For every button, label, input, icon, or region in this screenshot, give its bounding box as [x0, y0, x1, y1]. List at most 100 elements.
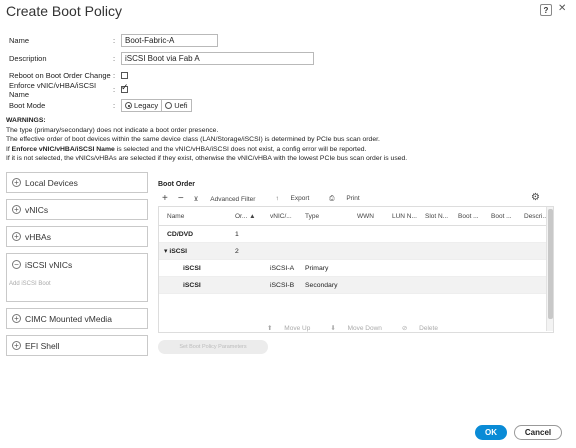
radio-unselected-icon: [165, 102, 173, 109]
cell-name: iSCSI: [183, 264, 201, 272]
help-icon[interactable]: ?: [540, 4, 552, 16]
move-down-button[interactable]: ⬇ Move Down: [325, 324, 387, 332]
export-label: Export: [290, 195, 310, 202]
add-iscsi-boot-link[interactable]: Add iSCSI Boot: [7, 275, 147, 301]
name-label: Name: [9, 36, 30, 45]
warning-line-3-post: is selected and the vNIC/vHBA/iSCSI does…: [114, 145, 367, 153]
bootmode-uefi-radio[interactable]: Uefi: [161, 100, 190, 111]
export-button[interactable]: ↑ Export: [275, 195, 319, 202]
description-input[interactable]: iSCSI Boot via Fab A: [121, 52, 314, 65]
col-name[interactable]: Name: [159, 213, 227, 220]
cell-type: Secondary: [305, 281, 338, 289]
cancel-button[interactable]: Cancel: [514, 425, 562, 440]
iscsi-vnics-section: − iSCSI vNICs Add iSCSI Boot: [6, 253, 148, 302]
collapse-icon: −: [12, 260, 21, 269]
cell-name: iSCSI: [183, 281, 201, 289]
move-up-button[interactable]: ⬆ Move Up: [262, 324, 315, 332]
remove-icon[interactable]: −: [178, 193, 184, 204]
vhbas-label: vHBAs: [25, 231, 51, 242]
col-wwn[interactable]: WWN: [349, 213, 384, 220]
cell-order: 1: [235, 230, 239, 238]
delete-icon: ⊘: [401, 325, 410, 332]
radio-selected-icon: [125, 102, 132, 109]
vnics-section[interactable]: + vNICs: [6, 199, 148, 220]
iscsi-vnics-label: iSCSI vNICs: [25, 259, 73, 270]
name-colon: :: [113, 36, 116, 45]
col-boot-2[interactable]: Boot ...: [483, 213, 516, 220]
enforce-checkbox[interactable]: [121, 82, 129, 93]
print-button[interactable]: ⎙ Print: [329, 195, 369, 203]
arrow-up-icon: ⬆: [267, 325, 275, 332]
warning-line-2: The effective order of boot devices with…: [6, 136, 380, 144]
col-lun[interactable]: LUN N...: [384, 213, 417, 220]
col-order[interactable]: Or... ▲: [227, 213, 262, 220]
move-up-label: Move Up: [284, 325, 311, 332]
local-devices-section[interactable]: + Local Devices: [6, 172, 148, 193]
name-row: Name : Boot-Fabric-A: [9, 34, 218, 47]
table-row[interactable]: iSCSI iSCSI-B Secondary: [159, 277, 553, 294]
iscsi-vnics-header[interactable]: − iSCSI vNICs: [7, 254, 147, 275]
device-panel: + Local Devices + vNICs + vHBAs − iSCSI …: [6, 172, 148, 362]
boot-order-actions: ⬆ Move Up ⬇ Move Down ⊘ Delete: [158, 322, 547, 334]
expand-icon: +: [12, 341, 21, 350]
expand-icon: +: [12, 178, 21, 187]
col-slot[interactable]: Slot N...: [417, 213, 450, 220]
table-row[interactable]: ▾ iSCSI 2: [159, 243, 553, 260]
expand-icon: +: [12, 314, 21, 323]
expand-icon: +: [12, 205, 21, 214]
bootmode-radiogroup: Legacy Uefi: [121, 99, 192, 112]
cell-name: ▾ iSCSI: [159, 247, 227, 255]
enforce-colon: :: [113, 85, 116, 94]
cimc-vmedia-label: CIMC Mounted vMedia: [25, 313, 112, 324]
enforce-row: Enforce vNIC/vHBA/iSCSI Name :: [9, 80, 129, 99]
add-icon[interactable]: +: [162, 193, 168, 204]
col-boot-1[interactable]: Boot ...: [450, 213, 483, 220]
table-header: Name Or... ▲ vNIC/... Type WWN LUN N... …: [159, 207, 553, 226]
move-down-label: Move Down: [347, 325, 382, 332]
bootmode-legacy-radio[interactable]: Legacy: [122, 100, 161, 111]
table-row[interactable]: iSCSI iSCSI-A Primary: [159, 260, 553, 277]
warning-line-1: The type (primary/secondary) does not in…: [6, 126, 219, 134]
gear-icon[interactable]: ⚙: [531, 192, 540, 203]
warnings-heading: WARNINGS:: [6, 117, 46, 124]
boot-order-table: Name Or... ▲ vNIC/... Type WWN LUN N... …: [158, 207, 554, 333]
enforce-label: Enforce vNIC/vHBA/iSCSI Name: [9, 80, 97, 99]
cimc-vmedia-section[interactable]: + CIMC Mounted vMedia: [6, 308, 148, 329]
table-row[interactable]: CD/DVD 1: [159, 226, 553, 243]
bootmode-legacy-label: Legacy: [134, 101, 159, 110]
description-row: Description : iSCSI Boot via Fab A: [9, 52, 314, 65]
cell-name-text: iSCSI: [169, 248, 188, 255]
close-icon[interactable]: ✕: [558, 3, 566, 14]
print-icon: ⎙: [329, 194, 337, 202]
cell-type: Primary: [305, 264, 329, 272]
cell-order: 2: [235, 247, 239, 255]
reboot-checkbox[interactable]: [121, 72, 128, 79]
bootmode-label: Boot Mode: [9, 101, 46, 110]
reboot-label: Reboot on Boot Order Change: [9, 71, 111, 80]
description-label: Description: [9, 54, 47, 63]
advanced-filter-button[interactable]: ⊻ Advanced Filter: [194, 195, 266, 203]
print-label: Print: [346, 194, 360, 202]
col-vnic[interactable]: vNIC/...: [262, 213, 297, 220]
delete-label: Delete: [419, 325, 438, 332]
expand-icon: +: [12, 232, 21, 241]
set-boot-parameters-button[interactable]: Set Boot Policy Parameters: [158, 340, 268, 354]
col-type[interactable]: Type: [297, 213, 349, 220]
vhbas-section[interactable]: + vHBAs: [6, 226, 148, 247]
col-order-label: Or...: [235, 212, 248, 220]
scroll-thumb[interactable]: [548, 209, 553, 319]
efi-shell-section[interactable]: + EFI Shell: [6, 335, 148, 356]
ok-button[interactable]: OK: [475, 425, 507, 440]
table-scrollbar[interactable]: [546, 207, 553, 331]
local-devices-label: Local Devices: [25, 177, 78, 188]
bootmode-uefi-label: Uefi: [174, 101, 188, 110]
description-colon: :: [113, 54, 116, 63]
name-input[interactable]: Boot-Fabric-A: [121, 34, 218, 47]
warning-line-4: If it is not selected, the vNICs/vHBAs a…: [6, 155, 408, 163]
reboot-colon: :: [113, 71, 116, 80]
delete-button[interactable]: ⊘ Delete: [397, 324, 443, 332]
dialog-title: Create Boot Policy: [6, 3, 122, 19]
bootmode-colon: :: [113, 101, 116, 110]
boot-order-toolbar: + − ⊻ Advanced Filter ↑ Export ⎙ Print ⚙: [158, 191, 554, 207]
cell-vnic: iSCSI-B: [270, 281, 295, 289]
